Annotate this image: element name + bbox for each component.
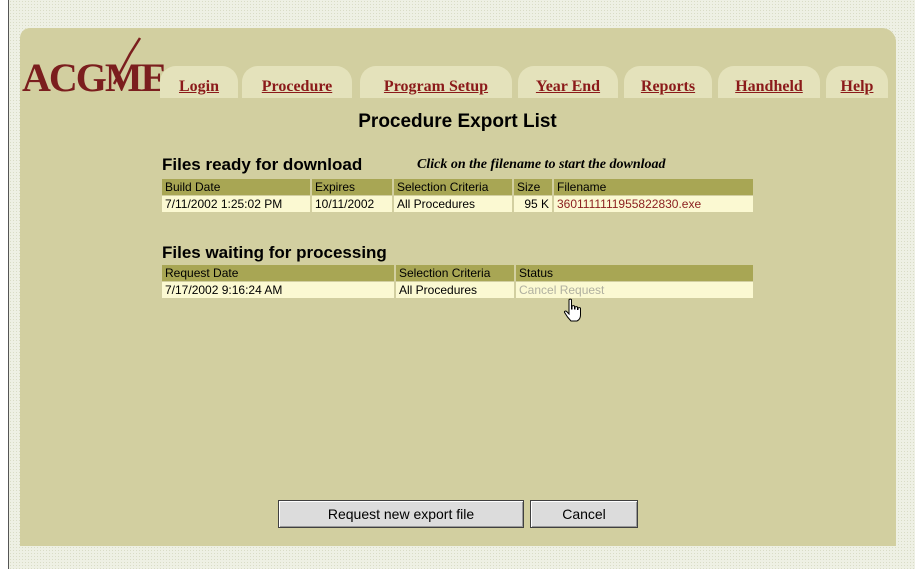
page-title: Procedure Export List	[358, 111, 557, 132]
column-header-filename: Filename	[554, 179, 753, 195]
table-header-row: Request Date Selection Criteria Status	[162, 265, 753, 281]
status-cell: Cancel Request	[516, 282, 753, 298]
column-header-selection-criteria: Selection Criteria	[396, 265, 514, 281]
column-header-request-date: Request Date	[162, 265, 394, 281]
cancel-button[interactable]: Cancel	[530, 500, 638, 528]
tab-login[interactable]: Login	[160, 66, 238, 98]
download-hint: Click on the filename to start the downl…	[417, 157, 666, 172]
cancel-request-link[interactable]: Cancel Request	[519, 283, 604, 297]
table-header-row: Build Date Expires Selection Criteria Si…	[162, 179, 753, 195]
acgme-logo: ACGME	[22, 34, 167, 102]
tab-year-end[interactable]: Year End	[518, 66, 618, 98]
ready-files-table: Build Date Expires Selection Criteria Si…	[160, 178, 755, 213]
column-header-status: Status	[516, 265, 753, 281]
column-header-selection-criteria: Selection Criteria	[394, 179, 512, 195]
ready-section-title: Files ready for download	[162, 155, 363, 174]
table-row: 7/11/2002 1:25:02 PM 10/11/2002 All Proc…	[162, 196, 753, 212]
table-row: 7/17/2002 9:16:24 AM All Procedures Canc…	[162, 282, 753, 298]
selection-criteria-cell: All Procedures	[394, 196, 512, 212]
tab-procedure-link[interactable]: Procedure	[262, 78, 333, 95]
filename-download-link[interactable]: 3601111111955822830.exe	[557, 197, 701, 211]
tab-login-link[interactable]: Login	[179, 78, 219, 95]
size-cell: 95 K	[514, 196, 552, 212]
tab-procedure[interactable]: Procedure	[242, 66, 352, 98]
logo-text: ACGME	[22, 55, 167, 100]
selection-criteria-cell: All Procedures	[396, 282, 514, 298]
request-new-export-button[interactable]: Request new export file	[278, 500, 524, 528]
column-header-size: Size	[514, 179, 552, 195]
tab-help-link[interactable]: Help	[841, 78, 874, 95]
waiting-files-table: Request Date Selection Criteria Status 7…	[160, 264, 755, 299]
build-date-cell: 7/11/2002 1:25:02 PM	[162, 196, 310, 212]
tab-handheld[interactable]: Handheld	[718, 66, 820, 98]
hand-pointer-icon	[563, 298, 581, 322]
filename-cell: 3601111111955822830.exe	[554, 196, 753, 212]
tab-reports[interactable]: Reports	[624, 66, 712, 98]
tab-help[interactable]: Help	[826, 66, 888, 98]
column-header-build-date: Build Date	[162, 179, 310, 195]
waiting-section-title: Files waiting for processing	[162, 243, 387, 262]
tab-program-setup-link[interactable]: Program Setup	[384, 78, 488, 95]
expires-cell: 10/11/2002	[312, 196, 392, 212]
tab-handheld-link[interactable]: Handheld	[735, 78, 803, 95]
tab-year-end-link[interactable]: Year End	[536, 78, 600, 95]
tab-program-setup[interactable]: Program Setup	[360, 66, 512, 98]
request-date-cell: 7/17/2002 9:16:24 AM	[162, 282, 394, 298]
tab-reports-link[interactable]: Reports	[641, 78, 695, 95]
column-header-expires: Expires	[312, 179, 392, 195]
